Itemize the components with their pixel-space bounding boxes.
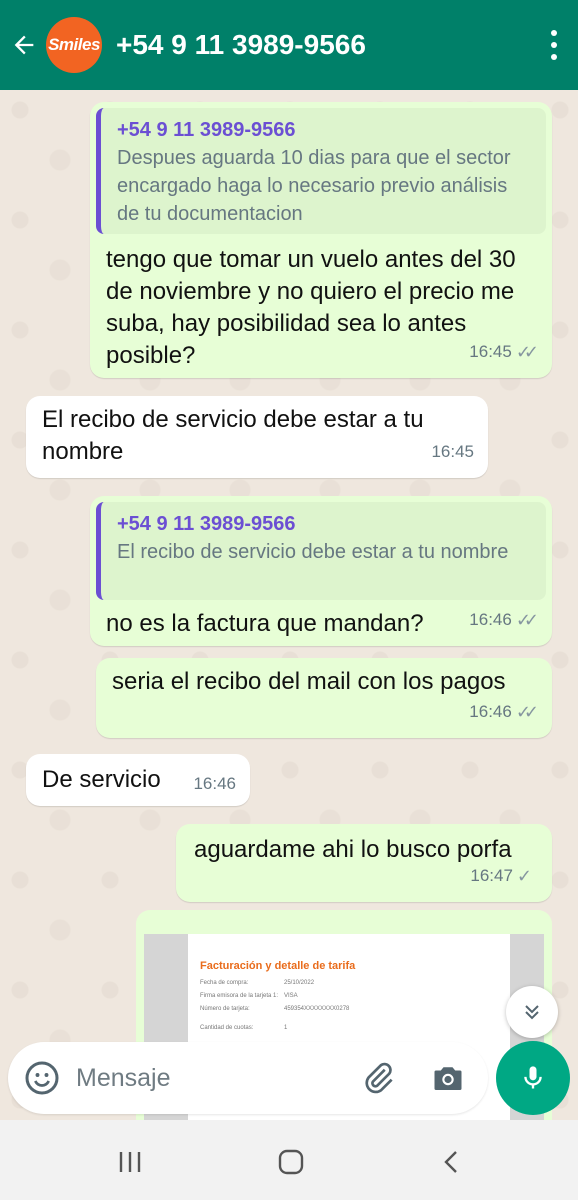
quote-author: +54 9 11 3989-9566	[117, 513, 296, 535]
message-time: 16:46	[193, 774, 236, 793]
message-incoming[interactable]: De servicio 16:46	[26, 754, 250, 806]
chat-area: +54 9 11 3989-9566 Despues aguarda 10 di…	[0, 90, 578, 1120]
more-options-icon[interactable]	[550, 30, 558, 60]
message-text: De servicio	[42, 766, 161, 793]
message-meta: 16:45	[431, 436, 474, 468]
back-button[interactable]	[2, 0, 46, 90]
quoted-message[interactable]: +54 9 11 3989-9566 El recibo de servicio…	[96, 502, 546, 600]
quote-author: +54 9 11 3989-9566	[117, 119, 296, 141]
back-nav-icon	[444, 1151, 457, 1173]
recent-apps-button[interactable]	[112, 1144, 148, 1180]
message-outgoing[interactable]: seria el recibo del mail con los pagos 1…	[96, 658, 552, 738]
double-check-icon: ✓✓	[515, 610, 539, 630]
recent-apps-icon	[119, 1152, 141, 1172]
chat-header: Smiles +54 9 11 3989-9566	[0, 0, 578, 90]
back-nav-button[interactable]	[434, 1144, 470, 1180]
avatar[interactable]: Smiles	[46, 17, 102, 73]
message-text: El recibo de servicio debe estar a tu no…	[42, 406, 424, 465]
document-title: Facturación y detalle de tarifa	[200, 960, 356, 972]
system-navigation-bar	[0, 1120, 578, 1200]
document-row: Número de tarjeta: 459354XXXXXXXX0278	[200, 1006, 350, 1012]
message-composer	[8, 1042, 488, 1114]
message-meta: 16:47 ✓	[470, 860, 538, 892]
message-time: 16:45	[469, 342, 512, 361]
message-input[interactable]	[76, 1063, 336, 1093]
document-row: Firma emisora de la tarjeta 1: VISA	[200, 993, 298, 999]
message-time: 16:47	[470, 866, 513, 885]
attach-icon[interactable]	[360, 1060, 396, 1096]
camera-icon[interactable]	[430, 1060, 466, 1096]
message-outgoing[interactable]: +54 9 11 3989-9566 Despues aguarda 10 di…	[90, 102, 552, 378]
scroll-to-bottom-button[interactable]	[506, 986, 558, 1038]
message-time: 16:46	[469, 702, 512, 721]
voice-message-button[interactable]	[496, 1041, 570, 1115]
message-meta: 16:46 ✓✓	[469, 696, 539, 728]
single-check-icon: ✓	[516, 866, 532, 886]
contact-name[interactable]: +54 9 11 3989-9566	[116, 29, 366, 61]
home-button[interactable]	[273, 1144, 309, 1180]
double-chevron-down-icon	[525, 1005, 539, 1020]
emoji-icon[interactable]	[24, 1060, 60, 1096]
quoted-message[interactable]: +54 9 11 3989-9566 Despues aguarda 10 di…	[96, 108, 546, 234]
avatar-logo-text: Smiles	[48, 35, 100, 54]
message-time: 16:45	[431, 442, 474, 461]
message-text: no es la factura que mandan?	[106, 610, 424, 637]
double-check-icon: ✓✓	[515, 702, 539, 722]
arrow-left-icon	[14, 35, 34, 55]
message-time: 16:46	[469, 610, 512, 629]
quote-text: Despues aguarda 10 dias para que el sect…	[117, 147, 511, 225]
microphone-icon	[524, 1066, 542, 1089]
home-icon	[278, 1149, 304, 1175]
message-meta: 16:46	[193, 768, 236, 800]
document-row: Fecha de compra: 25/10/2022	[200, 980, 315, 986]
message-meta: 16:46 ✓✓	[469, 604, 539, 636]
message-meta: 16:45 ✓✓	[469, 336, 539, 368]
message-text: seria el recibo del mail con los pagos	[112, 668, 506, 695]
message-outgoing[interactable]: +54 9 11 3989-9566 El recibo de servicio…	[90, 496, 552, 646]
document-row: Cantidad de cuotas: 1	[200, 1025, 288, 1031]
double-check-icon: ✓✓	[515, 342, 539, 362]
message-incoming[interactable]: El recibo de servicio debe estar a tu no…	[26, 396, 488, 478]
quote-text: El recibo de servicio debe estar a tu no…	[117, 541, 509, 563]
message-outgoing[interactable]: aguardame ahi lo busco porfa 16:47 ✓	[176, 824, 552, 902]
